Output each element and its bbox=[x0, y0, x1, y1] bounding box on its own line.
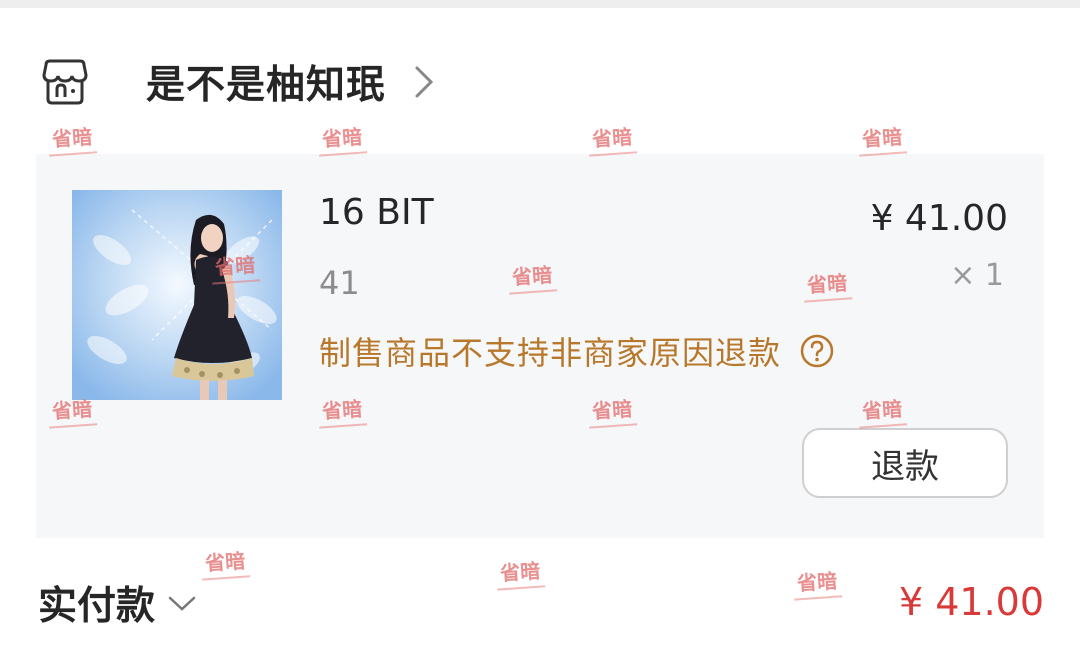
watermark: 省暗 bbox=[204, 545, 246, 577]
paid-label: 实付款 bbox=[38, 584, 156, 629]
shop-name[interactable]: 是不是柚知珉 bbox=[146, 54, 386, 110]
watermark: 省暗 bbox=[214, 249, 256, 281]
chevron-down-icon[interactable] bbox=[167, 593, 197, 613]
shop-header[interactable]: 是不是柚知珉 bbox=[40, 54, 640, 110]
store-icon bbox=[40, 57, 90, 107]
product-title[interactable]: 16 BIT bbox=[319, 192, 434, 233]
watermark: 省暗 bbox=[796, 565, 838, 597]
watermark: 省暗 bbox=[321, 121, 363, 153]
paid-amount: ¥ 41.00 bbox=[898, 580, 1044, 624]
product-image[interactable] bbox=[72, 190, 282, 400]
unit-price: ¥ 41.00 bbox=[870, 198, 1008, 239]
order-item-card[interactable]: 16 BIT ¥ 41.00 41 × 1 制售商品不支持非商家原因退款 退款 bbox=[36, 154, 1044, 538]
refund-notice: 制售商品不支持非商家原因退款 bbox=[319, 328, 835, 374]
watermark: 省暗 bbox=[51, 393, 93, 425]
watermark: 省暗 bbox=[591, 121, 633, 153]
product-variant: 41 bbox=[319, 264, 360, 302]
watermark: 省暗 bbox=[806, 267, 848, 299]
chevron-right-icon[interactable] bbox=[412, 62, 440, 102]
watermark: 省暗 bbox=[511, 259, 553, 291]
refund-notice-text: 制售商品不支持非商家原因退款 bbox=[319, 334, 782, 372]
quantity: × 1 bbox=[950, 258, 1004, 293]
top-divider bbox=[0, 0, 1080, 8]
refund-button[interactable]: 退款 bbox=[802, 428, 1008, 498]
watermark: 省暗 bbox=[499, 555, 541, 587]
watermark: 省暗 bbox=[861, 393, 903, 425]
watermark: 省暗 bbox=[591, 393, 633, 425]
watermark: 省暗 bbox=[321, 393, 363, 425]
watermark: 省暗 bbox=[861, 121, 903, 153]
question-circle-icon[interactable] bbox=[799, 333, 835, 369]
watermark: 省暗 bbox=[51, 121, 93, 153]
paid-summary[interactable]: 实付款 bbox=[38, 578, 197, 629]
